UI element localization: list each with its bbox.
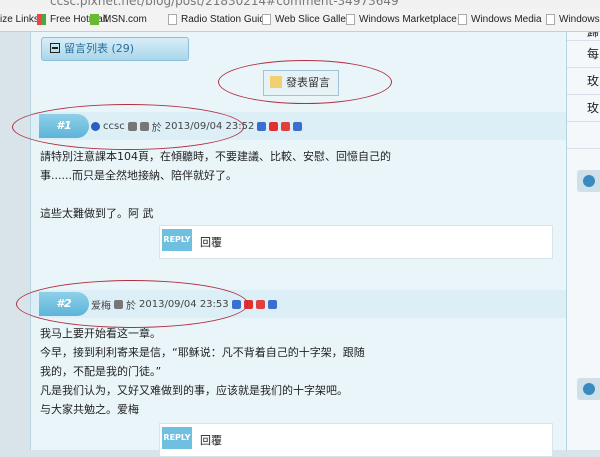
address-bar[interactable]: ccsc.pixnet.net/blog/post/21830214#comme… [0,0,600,9]
lock-icon[interactable] [257,122,267,131]
sidebar-item[interactable]: 歸 [567,32,600,41]
reply-box[interactable]: REPLY 回覆 [159,225,553,259]
windows-icon [37,14,46,25]
play-icon [583,383,595,395]
page-icon [346,14,355,25]
bookmark[interactable]: Windows [546,14,600,25]
comment-body: 我马上要开始看这一章。 今早，接到利利寄来是信，“耶稣说：凡不背着自己的十字架，跟… [40,327,365,416]
reply-box[interactable]: REPLY 回覆 [159,423,553,457]
bookmark[interactable]: Web Slice Gallery [262,14,354,25]
page-icon [458,14,467,25]
sidebar-item[interactable]: 每 [567,41,600,68]
annotation-ellipse [16,280,248,328]
bookmark[interactable]: ize Links [0,14,39,25]
play-icon [583,175,595,187]
bookmarks-bar: ize Links Free Hotmail MSN.com Radio Sta… [0,9,600,32]
expand-button[interactable] [577,378,600,400]
annotation-ellipse [218,60,392,104]
sidebar: 歸 每 玫 玫 [567,32,600,450]
page-icon [168,14,177,25]
sidebar-item[interactable]: 玫 [567,95,600,122]
reply-icon[interactable] [267,300,277,309]
comment-list-toggle[interactable]: 留言列表 (29) [41,37,189,61]
sidebar-item[interactable]: 玫 [567,68,600,95]
url: ccsc.pixnet.net/blog/post/21830214#comme… [50,0,399,8]
edit-icon[interactable] [255,300,265,309]
reply-icon[interactable] [293,122,303,131]
reply-badge: REPLY [162,229,192,251]
msn-icon [90,14,99,25]
bookmark[interactable]: Radio Station Guide [168,14,271,25]
comment-body: 請特別注意課本104頁，在傾聽時，不要建議、比較、安慰、回憶自己的 事......… [40,150,391,220]
annotation-ellipse [12,104,244,150]
bookmark[interactable]: Windows Media [458,14,542,25]
expand-button[interactable] [577,170,600,192]
collapse-icon [50,43,60,53]
page-icon [262,14,271,25]
bookmark[interactable]: Windows Marketplace [346,14,457,25]
delete-icon[interactable] [269,122,279,131]
sidebar-item[interactable] [567,122,600,149]
reply-badge: REPLY [162,427,192,449]
edit-icon[interactable] [281,122,291,131]
bookmark[interactable]: MSN.com [90,14,147,25]
page-icon [546,14,555,25]
